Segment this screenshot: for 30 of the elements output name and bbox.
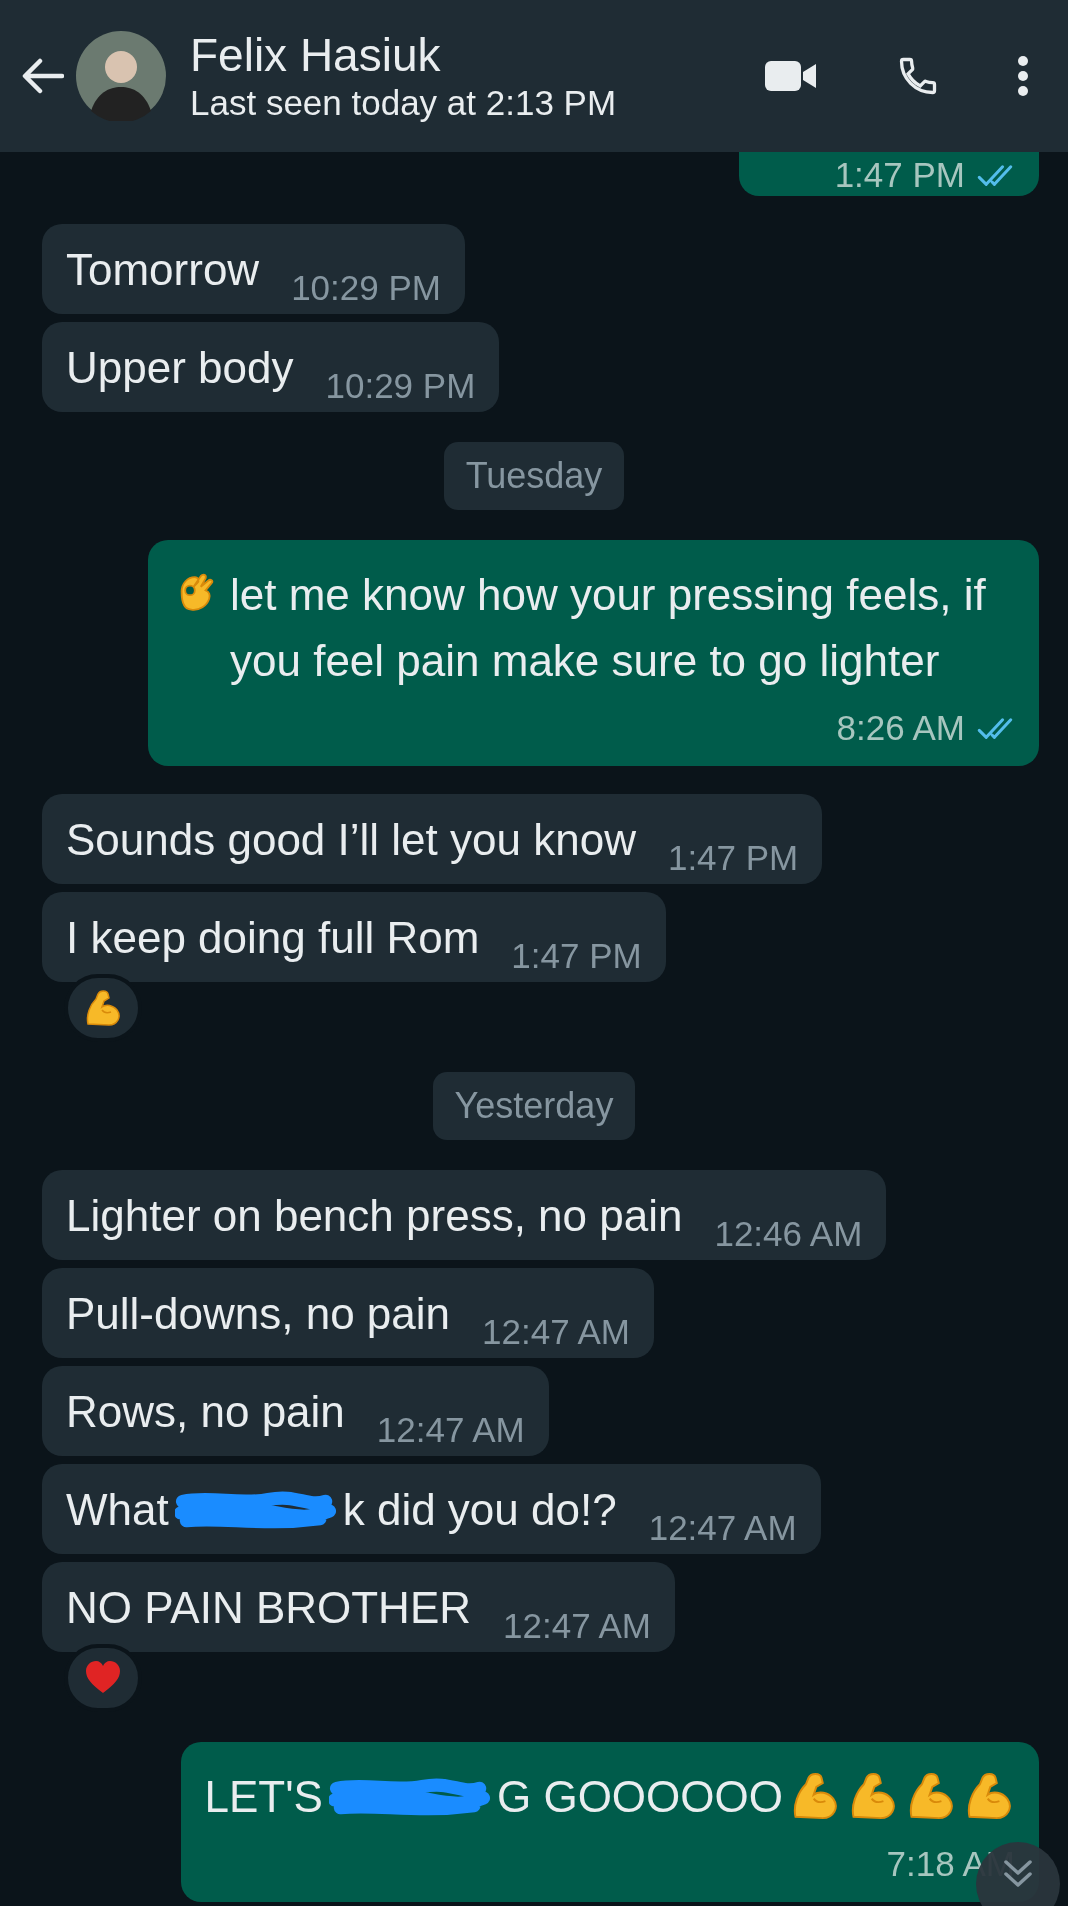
back-icon[interactable] (20, 58, 64, 94)
message-text: G GOOOOOO (496, 1772, 783, 1821)
more-options-icon[interactable] (1016, 55, 1030, 97)
message-text: Rows, no pain (66, 1387, 345, 1436)
message-time: 12:47 AM (503, 1606, 651, 1646)
message-time: 1:47 PM (834, 158, 965, 192)
avatar[interactable] (76, 31, 166, 121)
message-text: I keep doing full Rom (66, 913, 480, 962)
message-text: let me know how your pressing feels, if you feel pain make sure to go lighter (230, 569, 987, 687)
message-time: 12:47 AM (482, 1312, 630, 1352)
message-text: Sounds good I’ll let you know (66, 815, 636, 864)
message-text: Upper body (66, 343, 294, 392)
message-text: LET'S (204, 1772, 323, 1821)
message-text: Lighter on bench press, no pain (66, 1191, 683, 1240)
message-time: 10:29 PM (325, 366, 476, 406)
last-seen-status: Last seen today at 2:13 PM (190, 82, 617, 124)
message-time: 12:47 AM (648, 1508, 797, 1548)
message-text: What (66, 1485, 169, 1534)
message-time: 1:47 PM (511, 936, 642, 976)
message-time: 12:46 AM (714, 1214, 863, 1254)
video-call-icon[interactable] (764, 58, 818, 94)
message-time: 10:29 PM (291, 268, 441, 308)
message-text: Pull-downs, no pain (66, 1289, 450, 1338)
message-time: 1:47 PM (667, 838, 799, 878)
message-text: NO PAIN BROTHER (66, 1583, 471, 1632)
message-text: k did you do!? (342, 1485, 617, 1534)
contact-name[interactable]: Felix Hasiuk (190, 28, 617, 82)
message-text: Tomorrow (66, 245, 260, 294)
message-time: 8:26 AM (836, 708, 965, 748)
message-time: 12:47 AM (376, 1410, 525, 1450)
